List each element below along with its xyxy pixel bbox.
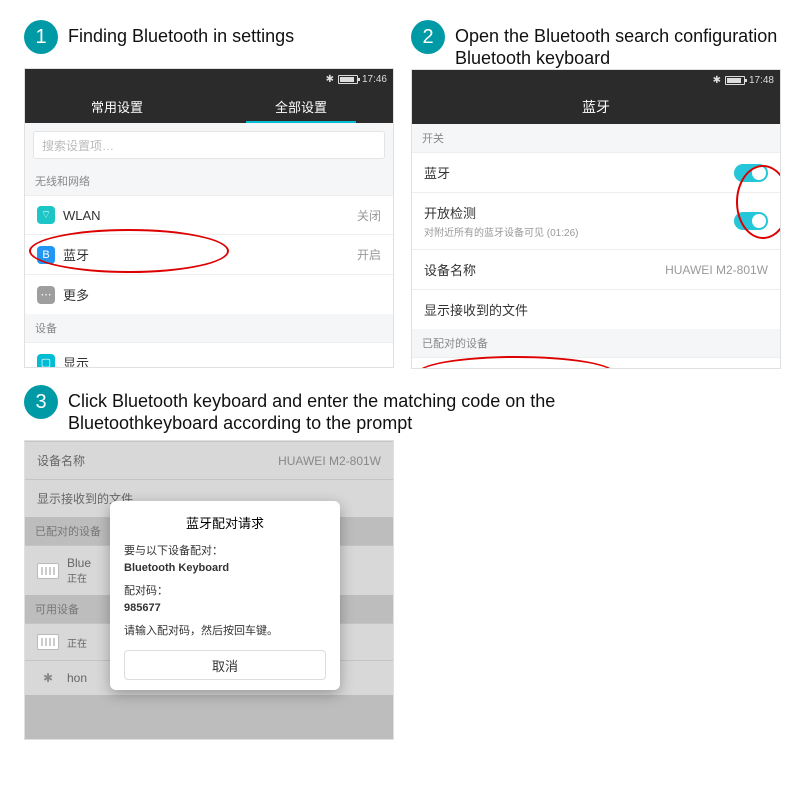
tab-common-settings[interactable]: 常用设置: [25, 89, 209, 123]
item-paired-device[interactable]: Bluetooth Keyboard: [412, 357, 780, 369]
bt-toggle[interactable]: [734, 164, 768, 182]
device-name-value: HUAWEI M2-801W: [665, 263, 768, 277]
status-bar: ✱ 17:48: [412, 70, 780, 90]
keyboard-icon: [37, 634, 59, 650]
item-bt-toggle[interactable]: 蓝牙: [412, 152, 780, 192]
step-1-badge: 1: [24, 20, 58, 54]
display-icon: ▢: [37, 354, 55, 369]
wlan-label: WLAN: [63, 208, 349, 223]
open-detect-sub: 对附近所有的蓝牙设备可见 (01:26): [424, 224, 726, 239]
item-wlan[interactable]: ⌔ WLAN 关闭: [25, 195, 393, 234]
dialog-device: Bluetooth Keyboard: [124, 562, 326, 574]
item-open-detection[interactable]: 开放检测 对附近所有的蓝牙设备可见 (01:26): [412, 192, 780, 249]
bluetooth-icon: ✱: [326, 74, 334, 85]
screenshot-3: 设备名称 HUAWEI M2-801W 显示接收到的文件 已配对的设备 Blue…: [24, 440, 394, 740]
device-name-label: 设备名称: [424, 260, 657, 279]
bluetooth-value: 开启: [357, 246, 381, 263]
item-received-files[interactable]: 显示接收到的文件: [412, 289, 780, 329]
cancel-button[interactable]: 取消: [124, 650, 326, 680]
item-device-name: 设备名称 HUAWEI M2-801W: [25, 441, 393, 479]
more-label: 更多: [63, 285, 381, 304]
step-2-badge: 2: [411, 20, 445, 54]
tab-all-settings[interactable]: 全部设置: [209, 89, 393, 123]
paired-item-label: Blue: [67, 556, 91, 570]
dialog-title: 蓝牙配对请求: [124, 513, 326, 532]
section-wireless: 无线和网络: [25, 167, 393, 195]
section-device: 设备: [25, 314, 393, 342]
available-item-sub: 正在: [67, 639, 87, 650]
step-3-text: Click Bluetooth keyboard and enter the m…: [68, 385, 555, 434]
paired-device-label: Bluetooth Keyboard: [454, 369, 768, 370]
dialog-code-label: 配对码：: [124, 582, 326, 598]
received-files-label: 显示接收到的文件: [424, 300, 768, 319]
dialog-line1: 要与以下设备配对：: [124, 542, 326, 558]
section-paired: 已配对的设备: [412, 329, 780, 357]
battery-icon: [338, 75, 358, 84]
more-icon: ⋯: [37, 286, 55, 304]
step-3-badge: 3: [24, 385, 58, 419]
screen-title: 蓝牙: [412, 90, 780, 124]
step-2-header: 2 Open the Bluetooth search configuratio…: [411, 20, 786, 69]
status-bar: ✱ 17:46: [25, 69, 393, 89]
item-device-name[interactable]: 设备名称 HUAWEI M2-801W: [412, 249, 780, 289]
step-1-header: 1 Finding Bluetooth in settings: [24, 20, 399, 54]
wifi-icon: ⌔: [37, 206, 55, 224]
bluetooth-icon: ✱: [713, 75, 721, 86]
pairing-dialog: 蓝牙配对请求 要与以下设备配对： Bluetooth Keyboard 配对码：…: [110, 501, 340, 690]
status-time: 17:46: [362, 74, 387, 85]
screenshot-1: ✱ 17:46 常用设置 全部设置 搜索设置项… 无线和网络 ⌔ WLAN 关闭…: [24, 68, 394, 368]
bluetooth-icon: B: [37, 246, 55, 264]
open-detect-label: 开放检测: [424, 206, 476, 221]
keyboard-icon: [424, 368, 446, 369]
step-2-text: Open the Bluetooth search configuration …: [455, 20, 777, 69]
step-1-text: Finding Bluetooth in settings: [68, 20, 294, 48]
item-bluetooth[interactable]: B 蓝牙 开启: [25, 234, 393, 274]
screenshot-2: ✱ 17:48 蓝牙 开关 蓝牙 开放检测 对附近所有的蓝牙设备可见 (01:2…: [411, 69, 781, 369]
dialog-code: 985677: [124, 602, 326, 614]
battery-icon: [725, 76, 745, 85]
item-more[interactable]: ⋯ 更多: [25, 274, 393, 314]
bluetooth-label: 蓝牙: [63, 245, 349, 264]
device-name-label: 设备名称: [37, 452, 85, 469]
bluetooth-icon: ✱: [37, 671, 59, 685]
item-display[interactable]: ▢ 显示: [25, 342, 393, 368]
section-switch: 开关: [412, 124, 780, 152]
search-input[interactable]: 搜索设置项…: [33, 131, 385, 159]
available-item-2-label: hon: [67, 671, 87, 685]
step-3-header: 3 Click Bluetooth keyboard and enter the…: [24, 385, 786, 434]
device-name-value: HUAWEI M2-801W: [278, 454, 381, 468]
wlan-value: 关闭: [357, 207, 381, 224]
settings-tabs: 常用设置 全部设置: [25, 89, 393, 123]
keyboard-icon: [37, 563, 59, 579]
open-detect-toggle[interactable]: [734, 212, 768, 230]
dialog-hint: 请输入配对码，然后按回车键。: [124, 622, 326, 638]
display-label: 显示: [63, 353, 381, 368]
paired-item-sub: 正在: [67, 574, 87, 585]
bt-label: 蓝牙: [424, 163, 726, 182]
annotation-circle: [416, 356, 616, 369]
status-time: 17:48: [749, 75, 774, 86]
